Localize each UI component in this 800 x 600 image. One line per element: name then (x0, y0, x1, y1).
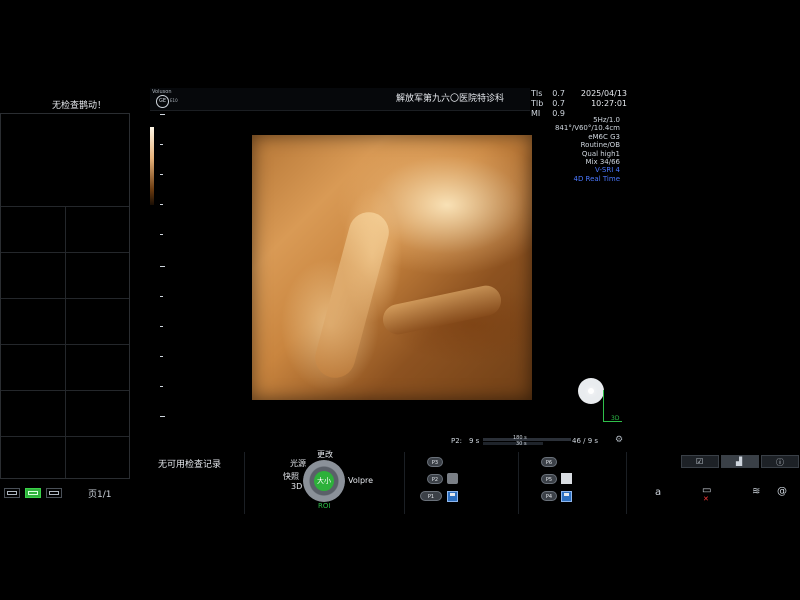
p4-button[interactable]: P4 (541, 491, 557, 501)
save-floppy-icon[interactable] (447, 491, 458, 502)
depth-tick (160, 356, 163, 357)
param-angles: 841°/V60°/10.4cm (554, 124, 620, 133)
hospital-name: 解放军第九六〇医院特诊科 (396, 94, 505, 104)
cine-bar[interactable]: P2: 9 s 180 s 30 s 46 / 9 s ⚙ (451, 435, 623, 448)
index-value: 0.7 (552, 99, 565, 108)
layout-buttons (4, 488, 62, 498)
render-structure (380, 282, 504, 338)
param-preset: Routine/OB (580, 141, 620, 150)
depth-tick (160, 144, 163, 145)
cine-track-end[interactable] (543, 438, 571, 441)
layout-3x3-button[interactable] (46, 488, 62, 498)
check-button[interactable]: ☑ (681, 455, 719, 468)
dial-label-light[interactable]: 光源 (290, 458, 306, 469)
ge-logo-icon: GE (156, 95, 169, 108)
render-structure (310, 207, 394, 383)
param-freq: 5Hz/1.0 (593, 116, 620, 124)
info-icon: ⓘ (776, 458, 784, 467)
save-floppy-icon[interactable] (561, 491, 572, 502)
depth-tick (160, 326, 163, 327)
divider (244, 452, 245, 514)
dial-label-change[interactable]: 更改 (317, 449, 333, 460)
dial-label-roi[interactable]: ROI (318, 502, 330, 510)
datetime: 2025/04/13 10:27:01 (575, 89, 627, 109)
param-quality: Qual high1 (581, 149, 620, 158)
status-letter: a (655, 487, 662, 498)
param-vsri: V-SRI 4 (595, 166, 620, 175)
axis-label: 3D (611, 415, 620, 422)
cine-label: P2: (451, 437, 463, 445)
ultrasound-3d-render[interactable] (252, 135, 532, 400)
depth-tick (160, 174, 163, 175)
thumbnail-grid (0, 113, 130, 479)
settings-gear-icon[interactable]: ⚙ (615, 435, 623, 445)
p6-button[interactable]: P6 (541, 457, 557, 467)
brand-logo: Voluson GE E10 (150, 89, 180, 109)
p3-button[interactable]: P3 (427, 457, 443, 467)
dial-label-3d[interactable]: 3D (291, 482, 302, 491)
index-label: MI (531, 109, 541, 118)
check-icon: ☑ (696, 457, 704, 466)
param-mix: Mix 34/66 (585, 158, 620, 167)
depth-tick (160, 296, 163, 297)
orientation-sphere-icon[interactable] (578, 378, 604, 404)
model-name: E10 (170, 98, 178, 103)
cine-track-secondary[interactable] (483, 442, 543, 445)
page-indicator: 页1/1 (88, 490, 112, 500)
depth-tick (160, 114, 165, 115)
safety-indices: TIs 0.7 TIb 0.7 MI 0.9 (531, 89, 565, 119)
layout-1x2-button[interactable] (4, 488, 20, 498)
index-value: 0.7 (552, 89, 565, 98)
index-label: TIb (531, 99, 544, 108)
time: 10:27:01 (591, 99, 627, 108)
date: 2025/04/13 (580, 89, 627, 98)
dial-center-button[interactable]: 大小 (314, 471, 334, 491)
depth-tick (160, 234, 163, 235)
depth-scale (160, 114, 168, 418)
divider (626, 452, 627, 514)
depth-tick (160, 204, 163, 205)
error-x-icon: ✕ (703, 495, 709, 503)
depth-tick (160, 416, 165, 417)
left-panel-title: 无检查鹊动！ (52, 101, 107, 111)
tool-toggle-group: ☑ ▟ ⓘ (681, 455, 799, 468)
dial-label-fast[interactable]: 快照 (283, 471, 299, 482)
cine-mid-bottom: 30 s (516, 441, 527, 447)
info-button[interactable]: ⓘ (761, 455, 799, 468)
dial-label-volpre[interactable]: Volpre (348, 476, 373, 485)
cine-frames: 46 / 9 s (572, 437, 599, 445)
at-icon[interactable]: @ (777, 486, 787, 497)
chart-icon: ▟ (736, 457, 743, 466)
chart-button[interactable]: ▟ (721, 455, 759, 468)
scan-parameters: 5Hz/1.0 841°/V60°/10.4cm eM6C G3 Routine… (555, 116, 620, 183)
network-icon[interactable]: ≋ (752, 486, 760, 497)
p5-button[interactable]: P5 (541, 474, 557, 484)
param-probe: eM6C G3 (588, 132, 620, 141)
divider (518, 452, 519, 514)
cine-start: 9 s (469, 437, 480, 445)
grid-divider (65, 206, 66, 478)
thumbnail-slot-large[interactable] (1, 114, 129, 207)
layout-2x2-button[interactable] (25, 488, 41, 498)
p1-button[interactable]: P1 (420, 491, 442, 501)
no-records-label: 无可用检查记录 (158, 460, 222, 470)
p2-button[interactable]: P2 (427, 474, 443, 484)
index-label: TIs (531, 89, 543, 98)
printer-icon[interactable] (561, 473, 572, 484)
param-mode: 4D Real Time (573, 174, 620, 183)
depth-tick (160, 266, 165, 267)
divider (404, 452, 405, 514)
camera-icon[interactable] (447, 473, 458, 484)
depth-tick (160, 386, 163, 387)
color-map-bar (150, 127, 154, 205)
